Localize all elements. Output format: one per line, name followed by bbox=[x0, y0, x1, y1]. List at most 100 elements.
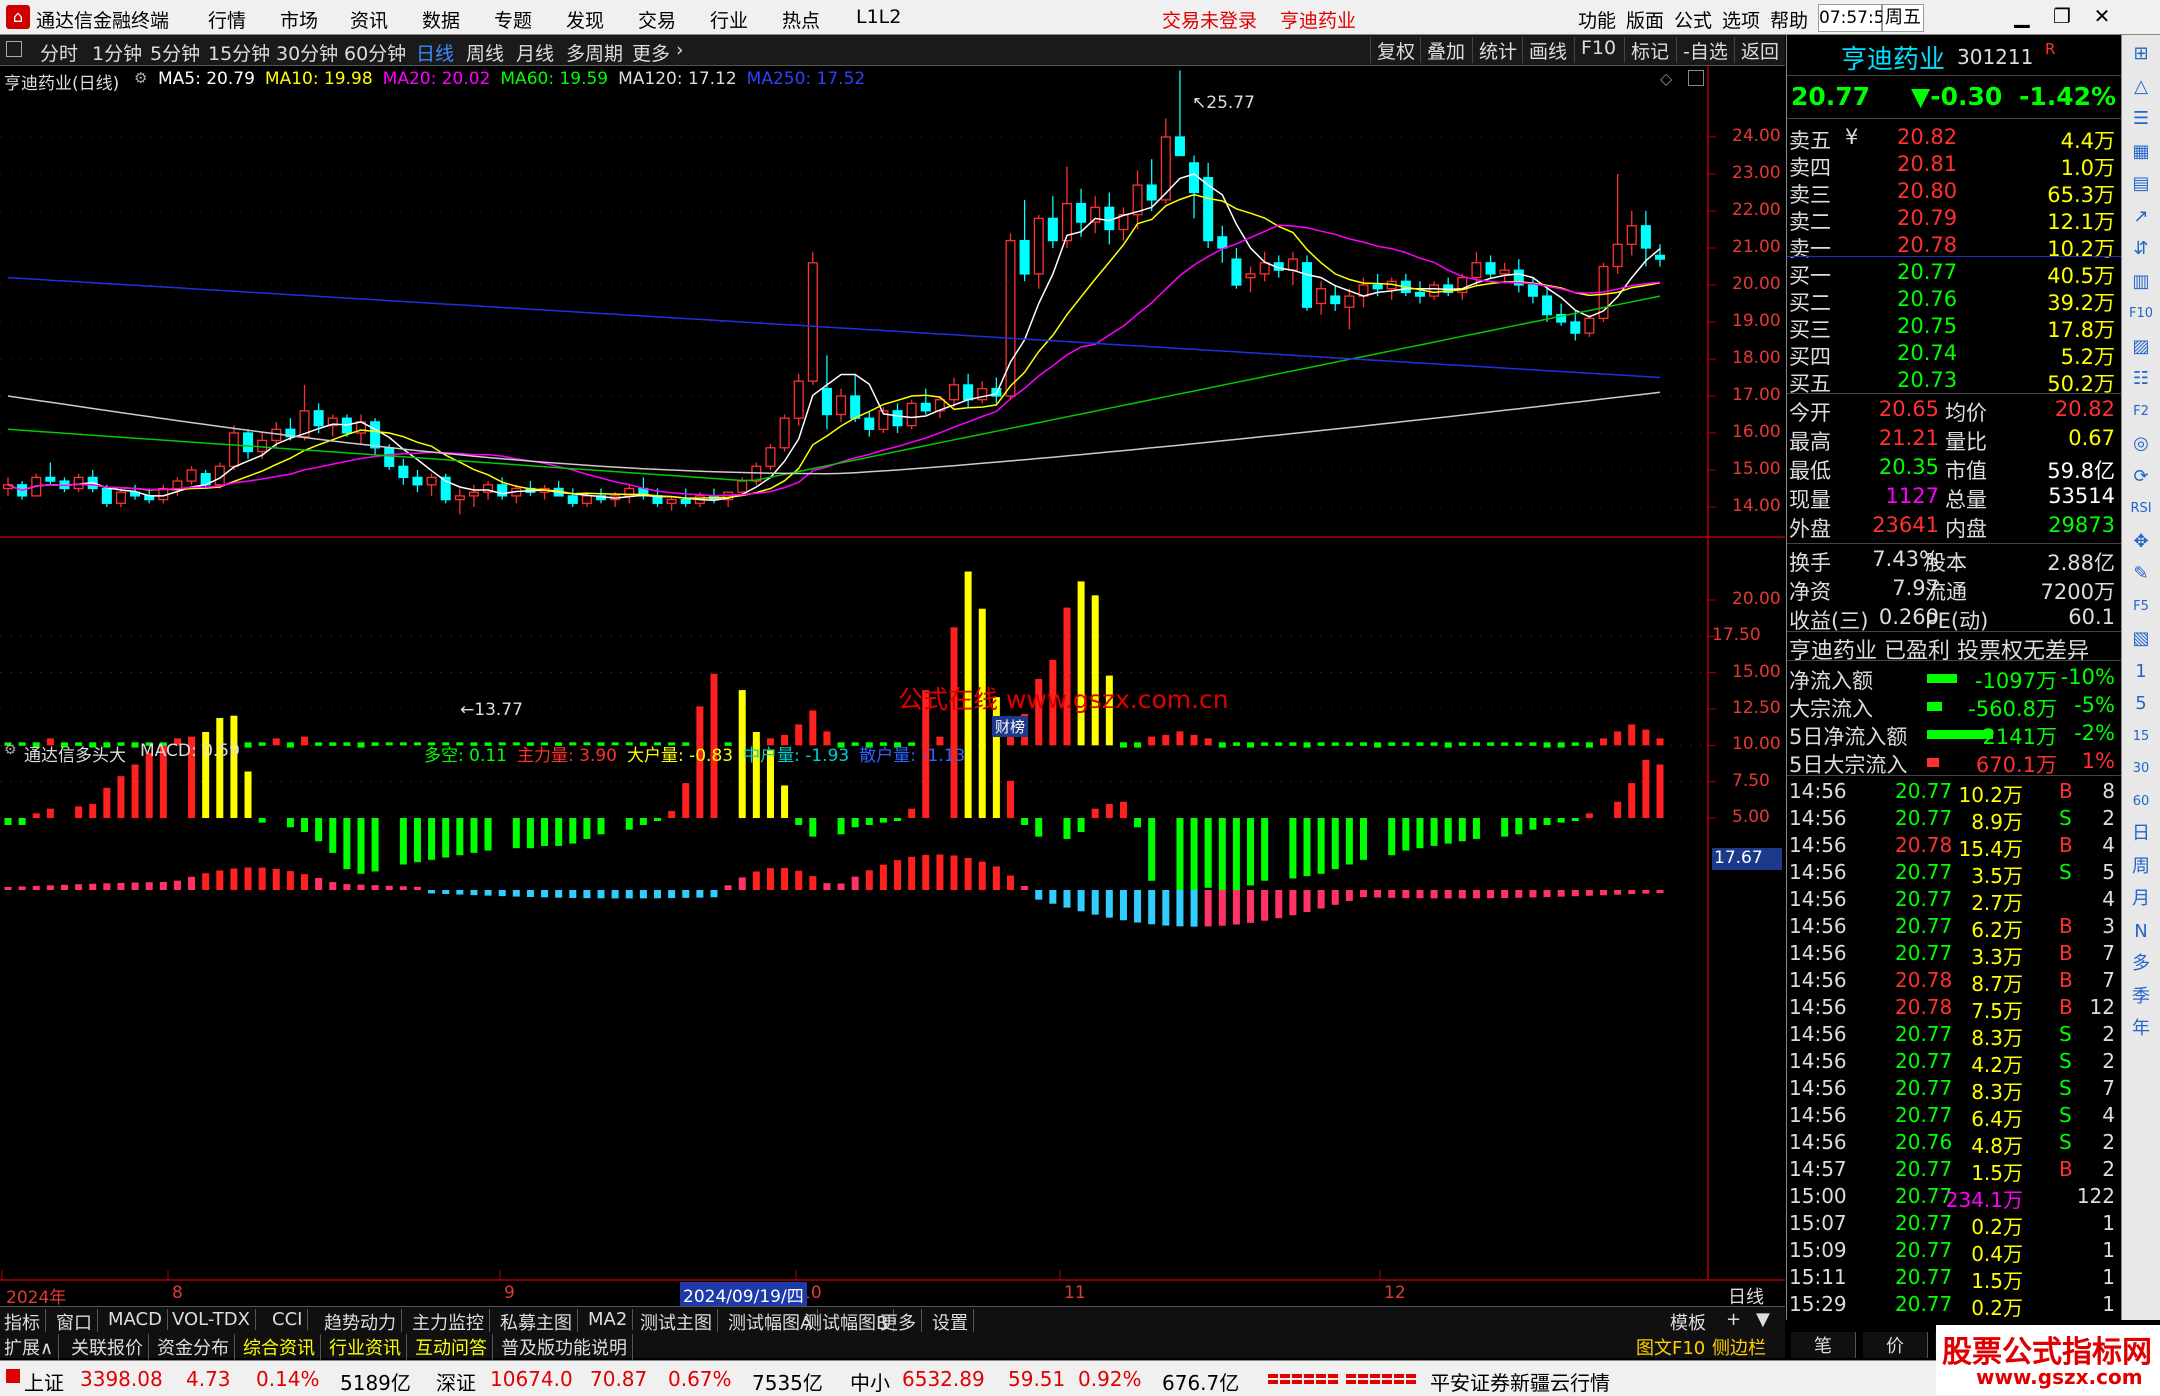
tool-button-4[interactable]: 画线 bbox=[1522, 37, 1567, 63]
tool-button-3[interactable]: 统计 bbox=[1472, 37, 1517, 63]
tick-row[interactable]: 14:56 20.77 3.5万 S 5 bbox=[1787, 860, 2119, 888]
menu-2[interactable]: 市场 bbox=[280, 6, 318, 33]
indicator-tab-3[interactable]: MACD bbox=[108, 1309, 168, 1330]
strip-icon[interactable]: ▨ bbox=[2128, 334, 2154, 360]
strip-icon[interactable]: 30 bbox=[2128, 756, 2154, 782]
indicator-tab-4[interactable]: VOL-TDX bbox=[172, 1309, 256, 1330]
strip-icon[interactable]: N bbox=[2128, 919, 2154, 945]
period-tab-7[interactable]: 日线 bbox=[416, 39, 454, 66]
more-chevron-icon[interactable]: › bbox=[676, 39, 684, 61]
extension-tab-5[interactable]: 行业资讯 bbox=[329, 1334, 407, 1360]
bid-row[interactable]: 买四 20.74 5.2万 bbox=[1787, 341, 2119, 369]
period-tab-9[interactable]: 月线 bbox=[516, 39, 554, 66]
extension-tab-6[interactable]: 互动问答 bbox=[415, 1334, 493, 1360]
ask-row[interactable]: 卖三 20.80 65.3万 bbox=[1787, 179, 2119, 207]
bid-row[interactable]: 买一 20.77 40.5万 bbox=[1787, 260, 2119, 288]
tick-row[interactable]: 14:56 20.76 4.8万 S 2 bbox=[1787, 1130, 2119, 1158]
chart-canvas[interactable] bbox=[0, 66, 1785, 1281]
period-tab-10[interactable]: 多周期 bbox=[566, 39, 623, 66]
event-badge[interactable]: 财榜 bbox=[992, 716, 1029, 737]
tick-row[interactable]: 14:56 20.77 8.3万 S 2 bbox=[1787, 1022, 2119, 1050]
strip-icon[interactable]: ↗ bbox=[2128, 204, 2154, 230]
tick-row[interactable]: 14:56 20.78 8.7万 B 7 bbox=[1787, 968, 2119, 996]
strip-icon[interactable]: ✥ bbox=[2128, 529, 2154, 555]
tool-button-8[interactable]: 返回 bbox=[1734, 37, 1779, 63]
menu-3[interactable]: 资讯 bbox=[350, 6, 388, 33]
bid-row[interactable]: 买三 20.75 17.8万 bbox=[1787, 314, 2119, 342]
bid-row[interactable]: 买五 20.73 50.2万 bbox=[1787, 368, 2119, 396]
ask-row[interactable]: 卖四 20.81 1.0万 bbox=[1787, 152, 2119, 180]
menu-8[interactable]: 行业 bbox=[710, 6, 748, 33]
panel-toggle-icon[interactable] bbox=[6, 41, 22, 57]
strip-icon[interactable]: 1 bbox=[2128, 659, 2154, 685]
menu-6[interactable]: 发现 bbox=[566, 6, 604, 33]
indicator-tab-9[interactable]: MA2 bbox=[588, 1309, 634, 1330]
strip-icon[interactable]: 多 bbox=[2128, 951, 2154, 977]
right-menu-4[interactable]: 选项 bbox=[1722, 6, 1760, 33]
side-control-1[interactable]: 图文F10 bbox=[1636, 1334, 1710, 1360]
menu-5[interactable]: 专题 bbox=[494, 6, 532, 33]
menu-1[interactable]: 行情 bbox=[208, 6, 246, 33]
tick-row[interactable]: 14:56 20.77 2.7万 4 bbox=[1787, 887, 2119, 915]
sub-settings-icon[interactable]: ⚙ bbox=[4, 742, 17, 758]
strip-icon[interactable]: ☰ bbox=[2128, 106, 2154, 132]
period-tab-2[interactable]: 1分钟 bbox=[92, 39, 142, 66]
strip-icon[interactable]: 周 bbox=[2128, 854, 2154, 880]
strip-icon[interactable]: F10 bbox=[2128, 301, 2154, 327]
tick-row[interactable]: 14:56 20.77 8.9万 S 2 bbox=[1787, 806, 2119, 834]
settings-circle-icon[interactable]: ⚙ bbox=[134, 69, 147, 87]
strip-icon[interactable]: △ bbox=[2128, 74, 2154, 100]
template-control-2[interactable]: + bbox=[1726, 1309, 1746, 1330]
chart-area[interactable]: 亨迪药业(日线) ⚙ MA5: 20.79 MA10: 19.98 MA20: 20… bbox=[0, 66, 1785, 1308]
tool-button-7[interactable]: -自选 bbox=[1676, 37, 1728, 63]
strip-icon[interactable]: 日 bbox=[2128, 821, 2154, 847]
template-control-3[interactable]: ▼ bbox=[1756, 1309, 1775, 1330]
strip-icon[interactable]: RSI bbox=[2128, 496, 2154, 522]
period-tab-11[interactable]: 更多 bbox=[632, 39, 670, 66]
close-icon[interactable]: ✕ bbox=[2085, 4, 2119, 30]
tick-row[interactable]: 14:56 20.77 10.2万 B 8 bbox=[1787, 779, 2119, 807]
strip-icon[interactable]: 5 bbox=[2128, 691, 2154, 717]
right-menu-5[interactable]: 帮助 bbox=[1770, 6, 1808, 33]
diamond-icon[interactable]: ◇ bbox=[1660, 69, 1672, 88]
tick-row[interactable]: 14:56 20.77 6.4万 S 4 bbox=[1787, 1103, 2119, 1131]
tool-button-5[interactable]: F10 bbox=[1574, 37, 1616, 63]
strip-icon[interactable]: F5 bbox=[2128, 594, 2154, 620]
strip-icon[interactable]: 60 bbox=[2128, 789, 2154, 815]
tick-row[interactable]: 15:00 20.77 234.1万 122 bbox=[1787, 1184, 2119, 1212]
ask-row[interactable]: 卖五 ¥20.82 4.4万 bbox=[1787, 125, 2119, 153]
indicator-tab-5[interactable]: CCI bbox=[272, 1309, 309, 1330]
strip-icon[interactable]: ▥ bbox=[2128, 269, 2154, 295]
period-tab-4[interactable]: 15分钟 bbox=[208, 39, 270, 66]
tick-row[interactable]: 15:07 20.77 0.2万 1 bbox=[1787, 1211, 2119, 1239]
quote-tab-1[interactable]: 笔 bbox=[1791, 1332, 1856, 1358]
extension-tab-3[interactable]: 资金分布 bbox=[157, 1334, 235, 1360]
extension-tab-2[interactable]: 关联报价 bbox=[71, 1334, 149, 1360]
tick-row[interactable]: 14:56 20.77 3.3万 B 7 bbox=[1787, 941, 2119, 969]
strip-icon[interactable]: ✎ bbox=[2128, 561, 2154, 587]
login-status[interactable]: 交易未登录 bbox=[1162, 6, 1257, 33]
strip-icon[interactable]: 月 bbox=[2128, 886, 2154, 912]
strip-icon[interactable]: ⟳ bbox=[2128, 464, 2154, 490]
tick-row[interactable]: 14:56 20.77 8.3万 S 7 bbox=[1787, 1076, 2119, 1104]
tick-row[interactable]: 14:56 20.78 7.5万 B 12 bbox=[1787, 995, 2119, 1023]
tick-row[interactable]: 15:11 20.77 1.5万 1 bbox=[1787, 1265, 2119, 1293]
quote-tab-2[interactable]: 价 bbox=[1863, 1332, 1928, 1358]
right-menu-1[interactable]: 功能 bbox=[1578, 6, 1616, 33]
ask-row[interactable]: 卖二 20.79 12.1万 bbox=[1787, 206, 2119, 234]
tick-row[interactable]: 14:56 20.77 6.2万 B 3 bbox=[1787, 914, 2119, 942]
period-tab-6[interactable]: 60分钟 bbox=[344, 39, 406, 66]
tool-button-2[interactable]: 叠加 bbox=[1420, 37, 1465, 63]
sh-label[interactable]: 上证 bbox=[24, 1367, 64, 1396]
menu-7[interactable]: 交易 bbox=[638, 6, 676, 33]
extension-tab-4[interactable]: 综合资讯 bbox=[243, 1334, 321, 1360]
strip-icon[interactable]: 15 bbox=[2128, 724, 2154, 750]
menu-4[interactable]: 数据 bbox=[422, 6, 460, 33]
period-tab-3[interactable]: 5分钟 bbox=[150, 39, 200, 66]
strip-icon[interactable]: ☷ bbox=[2128, 366, 2154, 392]
strip-icon[interactable]: ▦ bbox=[2128, 139, 2154, 165]
tick-row[interactable]: 15:29 20.77 0.2万 1 bbox=[1787, 1292, 2119, 1320]
strip-icon[interactable]: ◎ bbox=[2128, 431, 2154, 457]
maximize-panel-icon[interactable] bbox=[1688, 70, 1704, 86]
sz-label[interactable]: 深证 bbox=[436, 1367, 476, 1396]
